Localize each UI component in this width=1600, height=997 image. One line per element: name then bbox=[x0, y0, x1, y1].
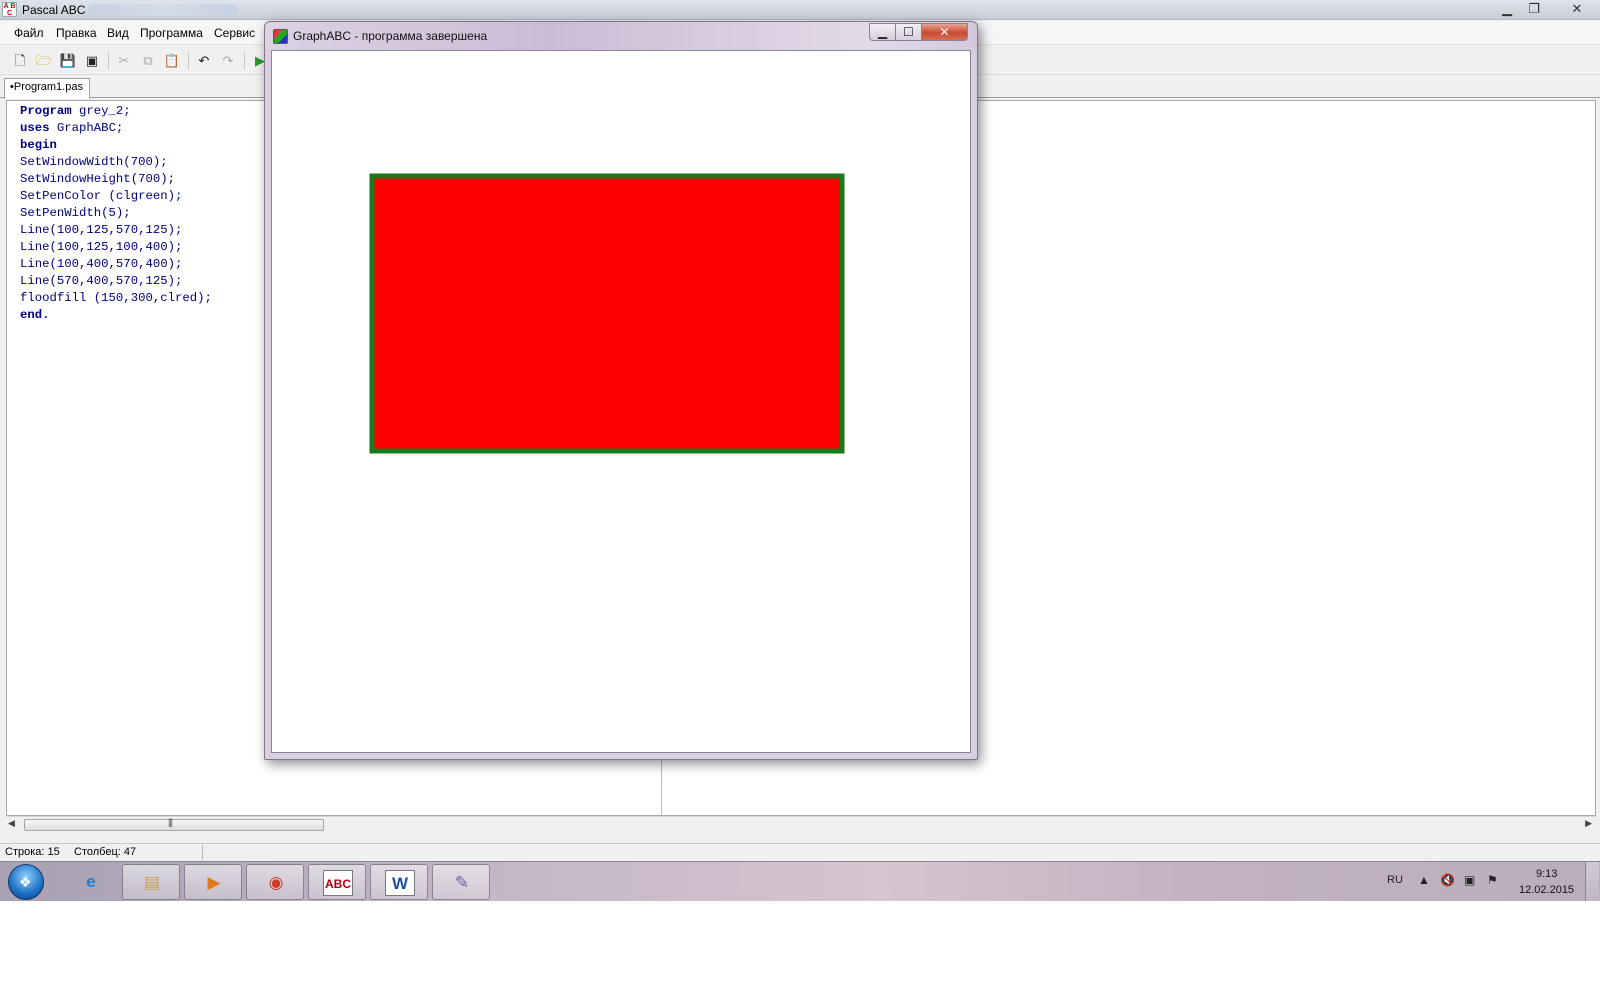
code-line: SetPenWidth(5); bbox=[20, 205, 212, 222]
status-separator bbox=[202, 845, 203, 860]
chrome-icon: ◉ bbox=[268, 873, 284, 892]
code-keyword: Program bbox=[20, 104, 72, 118]
menu-service[interactable]: Сервис bbox=[214, 26, 255, 40]
toolbar-separator bbox=[108, 52, 109, 70]
taskbar-app-chrome[interactable]: ◉ bbox=[246, 864, 304, 900]
code-line: SetPenColor (clgreen); bbox=[20, 188, 212, 205]
code-line: SetWindowWidth(700); bbox=[20, 154, 212, 171]
taskbar: ❖ e ▤ ▶ ◉ ABC W ✎ RU ▲ 🔇 ▣ ⚑ 9:13 12.02.2015 bbox=[0, 861, 1600, 901]
paste-icon[interactable]: 📋 bbox=[162, 51, 182, 71]
restore-icon[interactable]: ❐ bbox=[1521, 0, 1547, 18]
language-indicator[interactable]: RU bbox=[1387, 874, 1403, 886]
graphabc-app-icon bbox=[273, 29, 288, 44]
graph-drawing bbox=[369, 173, 845, 454]
code-line: Line(570,400,570,125); bbox=[20, 273, 212, 290]
horizontal-scrollbar[interactable]: ◀ ||| ▶ bbox=[6, 816, 1596, 833]
explorer-icon: ▤ bbox=[143, 873, 161, 892]
code-text-span: grey_2; bbox=[71, 104, 131, 118]
menu-view[interactable]: Вид bbox=[107, 26, 129, 40]
copy-icon[interactable]: ⧉ bbox=[138, 51, 158, 71]
menu-program[interactable]: Программа bbox=[140, 26, 203, 40]
code-text-span: SetPenWidth(5); bbox=[20, 206, 131, 220]
toolbar-separator bbox=[188, 52, 189, 70]
scroll-left-icon[interactable]: ◀ bbox=[8, 818, 15, 829]
filled-rectangle bbox=[369, 173, 845, 454]
volume-muted-icon[interactable]: 🔇 bbox=[1440, 873, 1455, 887]
undo-icon[interactable]: ↶ bbox=[194, 51, 214, 71]
redo-icon[interactable]: ↷ bbox=[218, 51, 238, 71]
toolbar-separator bbox=[244, 52, 245, 70]
clock-date[interactable]: 12.02.2015 bbox=[1519, 884, 1574, 896]
paint-icon: ✎ bbox=[454, 873, 470, 892]
taskbar-app-ie[interactable]: e bbox=[62, 864, 120, 900]
code-text-span: SetWindowHeight(700); bbox=[20, 172, 175, 186]
graph-canvas bbox=[271, 50, 971, 753]
start-button[interactable]: ❖ bbox=[8, 864, 44, 900]
taskbar-app-explorer[interactable]: ▤ bbox=[122, 864, 180, 900]
scrollbar-thumb[interactable]: ||| bbox=[24, 817, 324, 831]
show-hidden-icons-icon[interactable]: ▲ bbox=[1418, 873, 1430, 887]
code-line: Line(100,125,100,400); bbox=[20, 239, 212, 256]
word-icon: W bbox=[385, 870, 415, 896]
windows-logo-icon: ❖ bbox=[19, 874, 32, 890]
status-row: Строка: 15 bbox=[5, 846, 60, 858]
code-line: end. bbox=[20, 307, 212, 324]
graphabc-window[interactable]: GraphABC - программа завершена ▁ ☐ ✕ bbox=[264, 21, 978, 760]
code-line: Line(100,125,570,125); bbox=[20, 222, 212, 239]
save-icon[interactable]: 💾 bbox=[58, 51, 78, 71]
cut-icon[interactable]: ✂ bbox=[114, 51, 134, 71]
code-line: floodfill (150,300,clred); bbox=[20, 290, 212, 307]
taskbar-app-paint[interactable]: ✎ bbox=[432, 864, 490, 900]
code-line: Program grey_2; bbox=[20, 103, 212, 120]
media-icon: ▶ bbox=[207, 873, 221, 892]
code-text: Program grey_2; uses GraphABC; begin SetWin… bbox=[20, 103, 212, 324]
open-folder-icon[interactable]: 🗁 bbox=[34, 51, 54, 71]
clock-time[interactable]: 9:13 bbox=[1536, 868, 1557, 880]
code-text-span: GraphABC; bbox=[49, 121, 124, 135]
code-text-span: SetWindowWidth(700); bbox=[20, 155, 168, 169]
minimize-icon[interactable]: ▁ bbox=[869, 23, 896, 41]
taskbar-app-media[interactable]: ▶ bbox=[184, 864, 242, 900]
menu-edit[interactable]: Правка bbox=[56, 26, 97, 40]
graphabc-title: GraphABC - программа завершена bbox=[293, 29, 488, 43]
taskbar-app-pascal[interactable]: ABC bbox=[308, 864, 366, 900]
statusbar: Строка: 15 Столбец: 47 bbox=[0, 843, 1600, 861]
save-all-icon[interactable]: ▣ bbox=[82, 51, 102, 71]
minimize-icon[interactable]: ▁ bbox=[1494, 0, 1520, 18]
code-text-span: SetPenColor (clgreen); bbox=[20, 189, 183, 203]
menu-file[interactable]: Файл bbox=[14, 26, 44, 40]
show-desktop-button[interactable] bbox=[1585, 862, 1599, 901]
maximize-icon[interactable]: ☐ bbox=[895, 23, 922, 41]
taskbar-app-word[interactable]: W bbox=[370, 864, 428, 900]
code-line: begin bbox=[20, 137, 212, 154]
blurred-title-region bbox=[88, 4, 238, 16]
code-text-span: Line(570,400,570,125); bbox=[20, 274, 183, 288]
action-center-flag-icon[interactable]: ⚑ bbox=[1487, 873, 1498, 887]
ide-titlebar[interactable]: A BC Pascal ABC ▁ ❐ ✕ bbox=[0, 0, 1600, 20]
status-column: Столбец: 47 bbox=[74, 846, 137, 858]
new-file-icon[interactable]: 🗋 bbox=[10, 51, 30, 71]
network-icon[interactable]: ▣ bbox=[1464, 873, 1475, 887]
ide-title: Pascal ABC bbox=[22, 3, 86, 17]
pascal-icon: ABC bbox=[323, 870, 353, 896]
pascal-app-icon: A BC bbox=[2, 2, 17, 17]
code-text-span: Line(100,400,570,400); bbox=[20, 257, 183, 271]
code-line: SetWindowHeight(700); bbox=[20, 171, 212, 188]
code-keyword: begin bbox=[20, 138, 57, 152]
grip-icon: ||| bbox=[168, 817, 173, 827]
code-text-span: Line(100,125,570,125); bbox=[20, 223, 183, 237]
code-keyword: end. bbox=[20, 308, 50, 322]
code-text-span: floodfill (150,300,clred); bbox=[20, 291, 212, 305]
code-line: Line(100,400,570,400); bbox=[20, 256, 212, 273]
ie-icon: e bbox=[86, 872, 96, 891]
code-line: uses GraphABC; bbox=[20, 120, 212, 137]
scroll-right-icon[interactable]: ▶ bbox=[1585, 818, 1592, 829]
tab-program1[interactable]: •Program1.pas bbox=[4, 78, 90, 99]
code-text-span: Line(100,125,100,400); bbox=[20, 240, 183, 254]
close-icon[interactable]: ✕ bbox=[1560, 0, 1594, 18]
close-icon[interactable]: ✕ bbox=[921, 23, 968, 41]
code-keyword: uses bbox=[20, 121, 50, 135]
